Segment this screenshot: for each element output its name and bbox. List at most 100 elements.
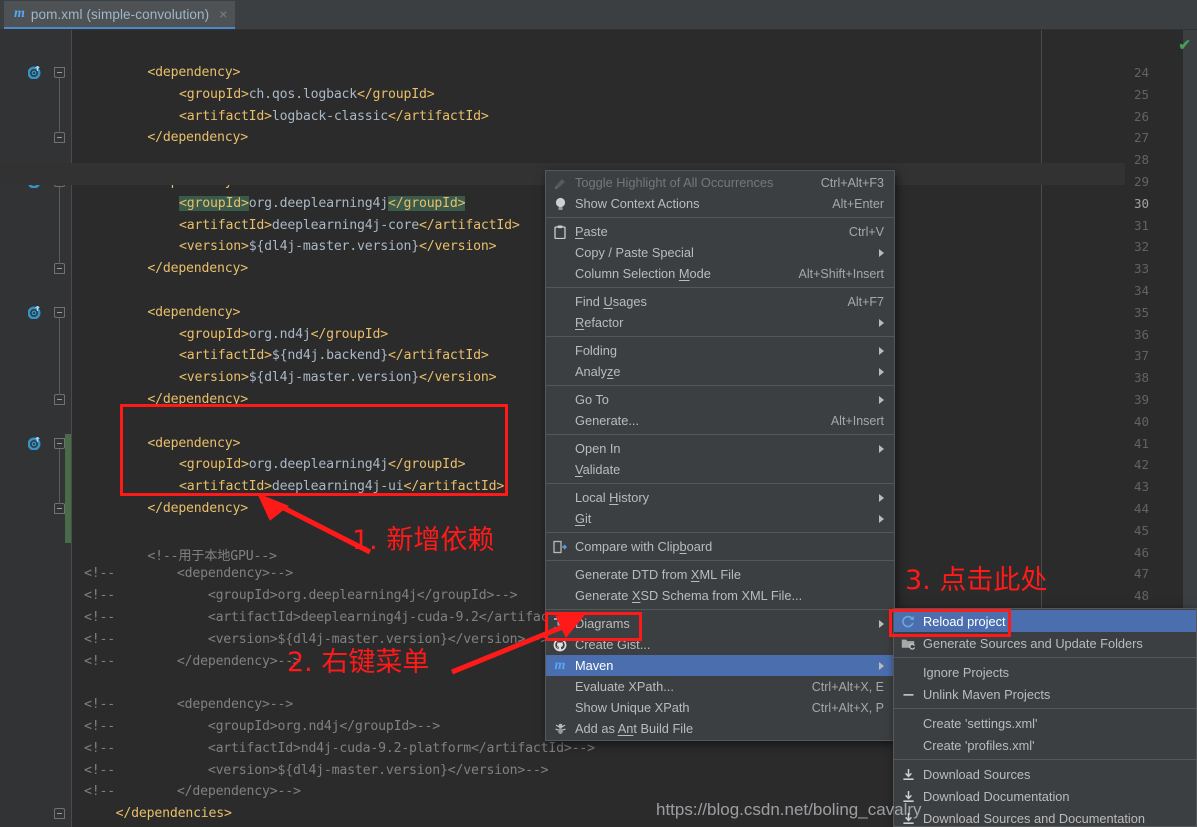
code-line: <dependency> xyxy=(147,65,241,80)
line-number: 36 xyxy=(1133,326,1149,342)
fold-marker-start[interactable] xyxy=(54,306,65,318)
chevron-right-icon xyxy=(879,619,884,628)
code-line: <artifactId>deeplearning4j-core</artifac… xyxy=(179,217,520,233)
tab-pom-xml[interactable]: m pom.xml (simple-convolution) × xyxy=(4,1,236,29)
menu-item-label: Generate XSD Schema from XML File... xyxy=(575,588,803,603)
menu-item-shortcut: Alt+Shift+Insert xyxy=(798,266,884,281)
menu-item-unlink-maven-projects[interactable]: Unlink Maven Projects xyxy=(894,683,1196,705)
vcs-change-marker[interactable] xyxy=(65,433,71,543)
download-icon xyxy=(900,766,916,782)
menu-item-label: Generate DTD from XML File xyxy=(575,567,741,582)
menu-item-analyze[interactable]: Analyze xyxy=(546,361,894,382)
menu-item-shortcut: Alt+Insert xyxy=(830,413,884,428)
line-number: 41 xyxy=(1133,435,1149,451)
menu-item-download-sources[interactable]: Download Sources xyxy=(894,763,1196,785)
menu-item-label: Show Context Actions xyxy=(575,196,700,211)
line-number: 33 xyxy=(1133,261,1149,277)
menu-item-download-sources-and-documentation[interactable]: Download Sources and Documentation xyxy=(894,807,1196,826)
line-number: 48 xyxy=(1133,588,1149,604)
menu-item-label: Toggle Highlight of All Occurrences xyxy=(575,175,774,190)
menu-item-refactor[interactable]: Refactor xyxy=(546,312,894,333)
code-line: <artifactId>${nd4j.backend}</artifactId> xyxy=(179,348,489,364)
lightbulb-icon xyxy=(552,196,568,212)
menu-item-label: Add as Ant Build File xyxy=(575,721,694,736)
menu-item-label: Create 'profiles.xml' xyxy=(923,737,1035,753)
menu-item-maven[interactable]: m Maven xyxy=(546,655,894,676)
maven-dependency-icon[interactable] xyxy=(27,436,41,451)
code-line: <version>${dl4j-master.version}</version… xyxy=(179,370,497,386)
line-number: 26 xyxy=(1133,108,1149,124)
fold-marker-start[interactable] xyxy=(54,67,65,78)
code-line: <!-- <version>${dl4j-master.version}</ve… xyxy=(84,762,549,778)
line-number: 40 xyxy=(1133,413,1149,429)
menu-item-generate-xsd-schema-from-xml-file[interactable]: Generate XSD Schema from XML File... xyxy=(546,585,894,606)
line-number: 38 xyxy=(1133,370,1149,386)
line-number: 29 xyxy=(1133,174,1149,189)
code-line: </dependency> xyxy=(147,130,248,146)
line-number: 27 xyxy=(1133,130,1149,146)
menu-item-label: Evaluate XPath... xyxy=(575,679,674,694)
menu-item-label: Unlink Maven Projects xyxy=(923,686,1051,702)
code-line: <!-- <dependency>--> xyxy=(84,697,293,713)
menu-item-create-settings-xml[interactable]: Create 'settings.xml' xyxy=(894,712,1196,734)
menu-item-evaluate-xpath[interactable]: Evaluate XPath... Ctrl+Alt+X, E xyxy=(546,676,894,697)
menu-item-label: Maven xyxy=(575,658,614,673)
menu-item-copy-paste-special[interactable]: Copy / Paste Special xyxy=(546,242,894,263)
intellij-editor-window: m pom.xml (simple-convolution) × ✔ <depe… xyxy=(0,0,1197,827)
maven-dependency-icon[interactable] xyxy=(27,65,41,80)
menu-separator xyxy=(546,483,894,484)
fold-marker-end[interactable] xyxy=(54,263,65,275)
menu-item-shortcut: Alt+F7 xyxy=(847,294,884,309)
menu-item-validate[interactable]: Validate xyxy=(546,459,894,480)
maven-submenu[interactable]: Reload project Generate Sources and Updat… xyxy=(893,608,1197,827)
code-line: <!-- </dependency>--> xyxy=(84,653,301,669)
code-line: <!-- </dependency>--> xyxy=(84,784,301,800)
line-number: 47 xyxy=(1133,566,1149,582)
editor-tab-bar: m pom.xml (simple-convolution) × xyxy=(0,0,1197,30)
menu-item-download-documentation[interactable]: Download Documentation xyxy=(894,785,1196,807)
clipboard-icon xyxy=(552,224,568,240)
menu-item-show-context-actions[interactable]: Show Context Actions Alt+Enter xyxy=(546,193,894,214)
code-line: </dependency> xyxy=(147,261,248,277)
menu-item-create-profiles-xml[interactable]: Create 'profiles.xml' xyxy=(894,734,1196,756)
line-number: 30 xyxy=(1133,195,1149,211)
menu-separator xyxy=(546,609,894,610)
code-line: <version>${dl4j-master.version}</version… xyxy=(179,239,497,255)
menu-item-show-unique-xpath[interactable]: Show Unique XPath Ctrl+Alt+X, P xyxy=(546,697,894,718)
menu-item-label: Open In xyxy=(575,441,621,456)
menu-item-folding[interactable]: Folding xyxy=(546,340,894,361)
menu-item-paste[interactable]: Paste Ctrl+V xyxy=(546,221,894,242)
menu-item-find-usages[interactable]: Find Usages Alt+F7 xyxy=(546,291,894,312)
fold-connector xyxy=(59,78,60,134)
line-number: 39 xyxy=(1133,392,1149,407)
line-number: 43 xyxy=(1133,479,1149,495)
fold-marker-end[interactable] xyxy=(54,394,65,405)
menu-item-generate[interactable]: Generate... Alt+Insert xyxy=(546,410,894,431)
line-number: 34 xyxy=(1133,283,1149,298)
menu-item-git[interactable]: Git xyxy=(546,508,894,529)
line-number: 37 xyxy=(1133,348,1149,364)
chevron-right-icon xyxy=(879,444,884,453)
close-icon[interactable]: × xyxy=(215,6,227,22)
menu-item-column-selection-mode[interactable]: Column Selection Mode Alt+Shift+Insert xyxy=(546,263,894,284)
menu-item-ignore-projects[interactable]: Ignore Projects xyxy=(894,661,1196,683)
menu-item-toggle-highlight-of-all-occurrences: Toggle Highlight of All Occurrences Ctrl+… xyxy=(546,172,894,193)
menu-item-label: Analyze xyxy=(575,364,621,379)
menu-item-generate-dtd-from-xml-file[interactable]: Generate DTD from XML File xyxy=(546,564,894,585)
maven-dependency-icon[interactable] xyxy=(27,305,41,320)
fold-marker-end[interactable] xyxy=(54,808,65,820)
fold-marker-end[interactable] xyxy=(54,132,65,144)
menu-item-local-history[interactable]: Local History xyxy=(546,487,894,508)
menu-item-go-to[interactable]: Go To xyxy=(546,389,894,410)
menu-item-label: Create 'settings.xml' xyxy=(923,715,1038,731)
fold-marker-end[interactable] xyxy=(54,503,65,514)
menu-item-add-as-ant-build-file[interactable]: Add as Ant Build File xyxy=(546,718,894,739)
code-line: <groupId>org.nd4j</groupId> xyxy=(179,326,389,342)
editor-context-menu[interactable]: Toggle Highlight of All Occurrences Ctrl+… xyxy=(545,170,895,741)
menu-item-open-in[interactable]: Open In xyxy=(546,438,894,459)
line-number: 28 xyxy=(1133,152,1149,168)
maven-m-icon: m xyxy=(554,657,566,673)
editor-gutter[interactable] xyxy=(0,30,72,827)
fold-marker-start[interactable] xyxy=(54,437,65,449)
menu-item-compare-with-clipboard[interactable]: Compare with Clipboard xyxy=(546,536,894,557)
